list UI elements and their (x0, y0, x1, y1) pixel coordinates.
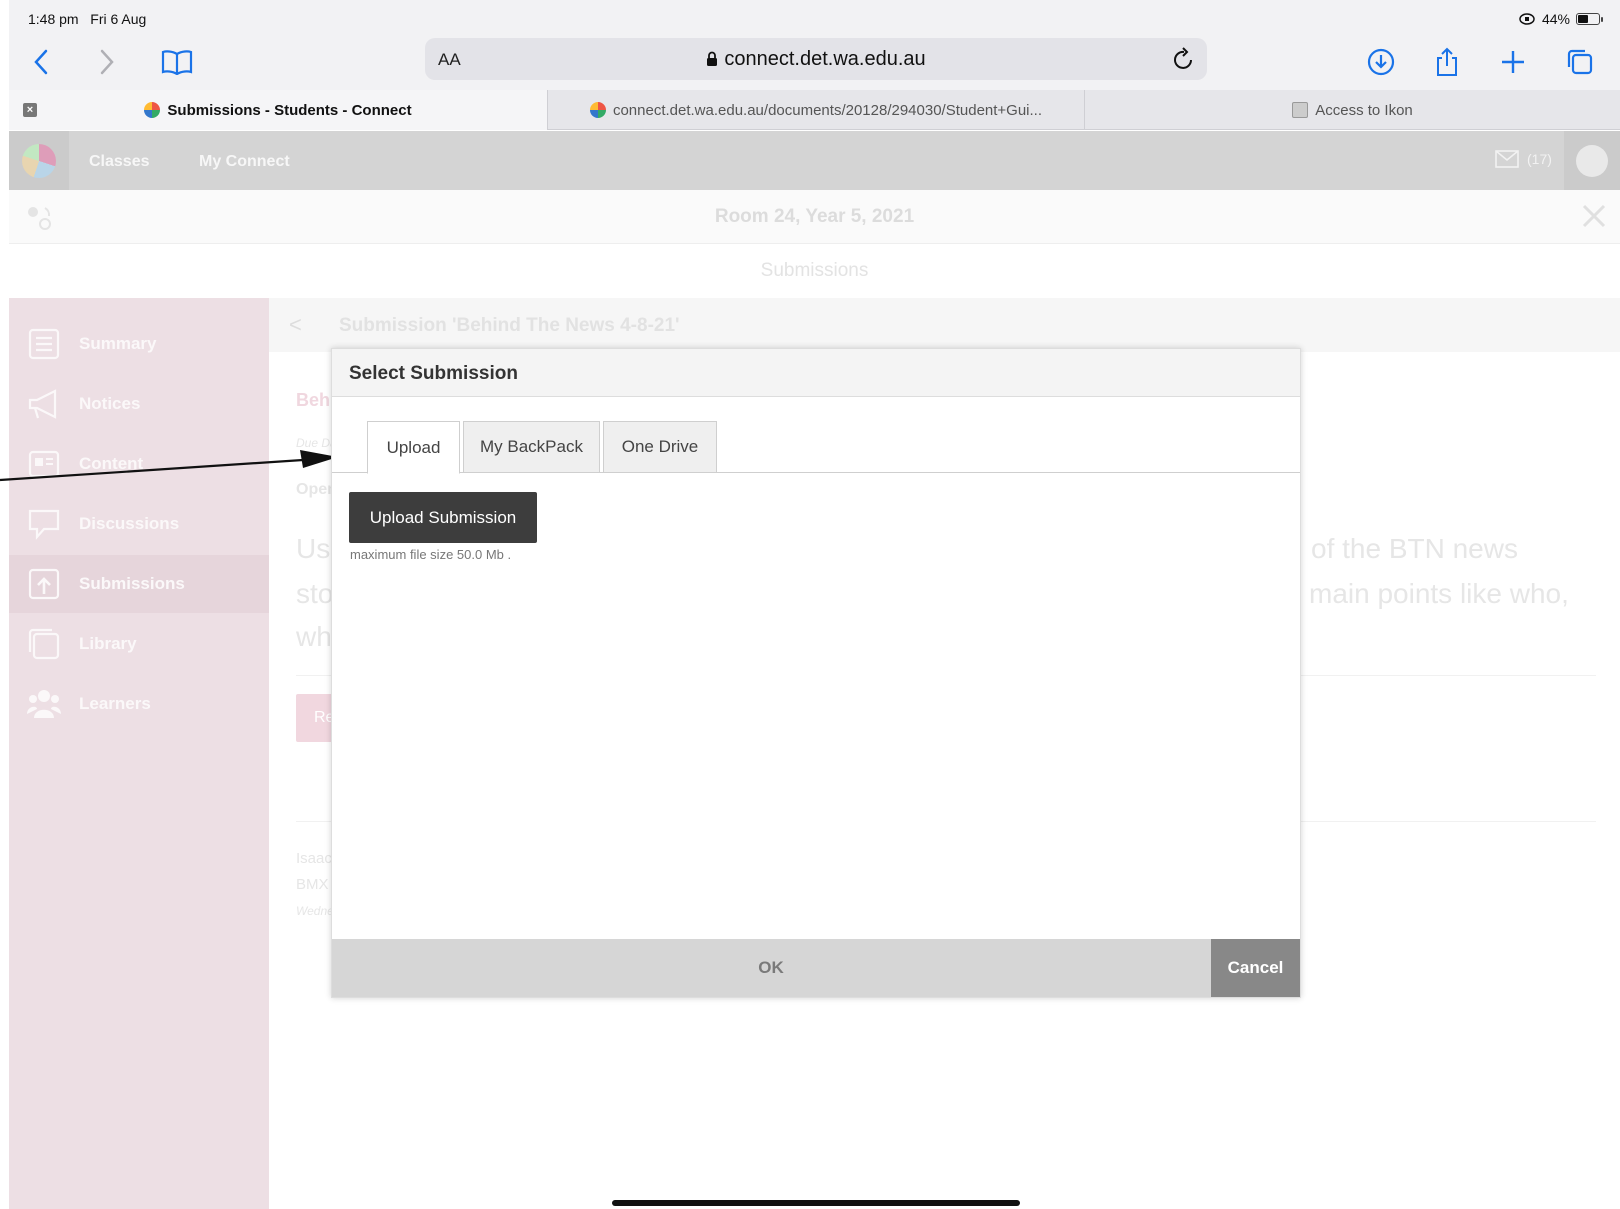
select-submission-dialog: Select Submission Upload My BackPack One… (331, 348, 1301, 998)
bookmarks-book-icon[interactable] (159, 44, 195, 80)
submission-breadcrumb: < Submission 'Behind The News 4-8-21' (269, 298, 1620, 352)
browser-tab-title: connect.det.wa.edu.au/documents/20128/29… (612, 101, 1043, 119)
reload-icon[interactable] (1173, 47, 1195, 76)
connect-header: Classes My Connect (17) (9, 131, 1620, 190)
browser-toolbar: AA connect.det.wa.edu.au (9, 36, 1620, 90)
sidebar-item-label: Library (79, 634, 137, 653)
submission-date: Wedne (296, 904, 334, 918)
instructions-text: of the BTN news (1311, 533, 1518, 564)
tab-my-backpack[interactable]: My BackPack (463, 421, 600, 473)
sidebar-item-learners[interactable]: Learners (9, 675, 269, 733)
page-title: Submissions (760, 260, 869, 281)
left-edge (0, 0, 9, 1209)
sidebar-item-summary[interactable]: Summary (9, 315, 269, 373)
sidebar-item-library[interactable]: Library (9, 615, 269, 673)
assignment-heading: Behi (296, 390, 336, 410)
mail-envelope-icon (1495, 150, 1519, 168)
tools-icon[interactable] (1580, 202, 1608, 235)
upload-icon (26, 566, 62, 602)
mail-link[interactable]: (17) (1495, 150, 1552, 168)
nav-classes[interactable]: Classes (89, 153, 150, 171)
battery-percent: 44% (1541, 11, 1570, 27)
connect-logo-icon (22, 143, 56, 178)
sidebar-item-label: Discussions (79, 514, 180, 533)
upload-submission-button[interactable]: Upload Submission (349, 492, 537, 543)
dialog-footer: OK Cancel (332, 939, 1300, 997)
browser-tab-title: Submissions - Students - Connect (167, 101, 412, 119)
connect-favicon-icon (144, 102, 161, 118)
sidebar-item-label: Learners (79, 694, 151, 713)
time-text: 1:48 pm (28, 11, 79, 27)
annotation-arrow-icon (0, 450, 338, 482)
tab-upload[interactable]: Upload (367, 421, 460, 474)
sidebar-item-submissions[interactable]: Submissions (9, 555, 269, 613)
status-bar: 1:48 pm Fri 6 Aug 44% (9, 0, 1620, 36)
ok-button[interactable]: OK (332, 939, 1210, 997)
author-name: Isaac (296, 850, 332, 867)
status-indicators: 44% (1518, 11, 1603, 27)
submission-title: Submission 'Behind The News 4-8-21' (339, 315, 680, 336)
date-text: Fri 6 Aug (90, 11, 147, 27)
tab-overview-icon[interactable] (1562, 44, 1598, 80)
class-subheader: Room 24, Year 5, 2021 (9, 190, 1620, 244)
url-display[interactable]: connect.det.wa.edu.au (425, 48, 1207, 71)
screen-lock-rotation-icon (1519, 13, 1535, 25)
browser-tab-title: Access to Ikon (1315, 101, 1413, 119)
people-icon (26, 686, 62, 722)
sidebar-item-discussions[interactable]: Discussions (9, 495, 269, 553)
summary-icon (26, 326, 62, 362)
home-indicator (612, 1200, 1020, 1206)
back-chevron-icon[interactable]: < (289, 312, 302, 338)
lock-icon (707, 51, 718, 66)
address-bar[interactable]: AA connect.det.wa.edu.au (425, 38, 1207, 80)
connect-favicon-icon (589, 102, 606, 118)
tab-one-drive[interactable]: One Drive (603, 421, 717, 473)
max-file-size-note: maximum file size 50.0 Mb . (350, 547, 512, 562)
sidebar-item-notices[interactable]: Notices (9, 375, 269, 433)
battery-icon (1576, 13, 1603, 25)
user-avatar[interactable] (1564, 131, 1620, 190)
sidebar-item-label: Notices (79, 394, 141, 413)
dialog-title: Select Submission (349, 363, 518, 384)
dialog-header: Select Submission (332, 349, 1300, 397)
connect-logo[interactable] (9, 131, 69, 190)
sidebar-item-label: Submissions (79, 574, 185, 593)
ikon-favicon-icon (1292, 102, 1309, 118)
browser-tabs-bar: × Submissions - Students - Connect conne… (9, 90, 1620, 130)
forward-chevron-icon[interactable] (89, 44, 125, 80)
sidebar-item-label: Summary (79, 334, 157, 353)
battery-level (1578, 15, 1588, 23)
cancel-button[interactable]: Cancel (1211, 939, 1300, 997)
close-tab-icon[interactable]: × (23, 103, 37, 117)
library-icon (26, 626, 62, 662)
browser-tab-submissions[interactable]: × Submissions - Students - Connect (9, 90, 547, 130)
nav-my-connect[interactable]: My Connect (199, 153, 290, 171)
status-time: 1:48 pm Fri 6 Aug (28, 11, 146, 27)
dialog-tabs: Upload My BackPack One Drive (332, 421, 1300, 474)
avatar-image (1576, 144, 1608, 177)
browser-tab-ikon[interactable]: Access to Ikon (1084, 90, 1620, 130)
back-chevron-icon[interactable] (23, 44, 59, 80)
screen: 1:48 pm Fri 6 Aug 44% AA connect.det.wa.… (0, 0, 1620, 1209)
browser-tab-document[interactable]: connect.det.wa.edu.au/documents/20128/29… (547, 90, 1084, 130)
class-sidebar: Summary Notices Content Discussions Subm… (9, 298, 269, 1209)
instructions-text: main points like who, (1309, 578, 1569, 609)
megaphone-icon (26, 386, 62, 422)
room-title: Room 24, Year 5, 2021 (714, 206, 915, 227)
share-icon[interactable] (1429, 44, 1465, 80)
mail-count: (17) (1527, 151, 1552, 167)
url-text: connect.det.wa.edu.au (724, 48, 926, 70)
new-tab-plus-icon[interactable] (1495, 44, 1531, 80)
downloads-icon[interactable] (1363, 44, 1399, 80)
speech-bubble-icon (26, 506, 62, 542)
ipad-safari-window: 1:48 pm Fri 6 Aug 44% AA connect.det.wa.… (0, 0, 1620, 1209)
